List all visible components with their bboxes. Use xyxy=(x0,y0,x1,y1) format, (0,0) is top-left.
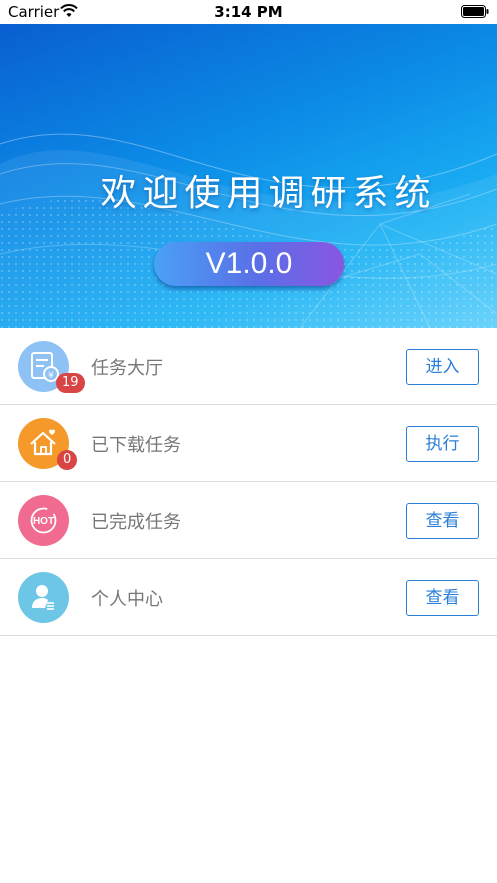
menu-item-task-hall: ¥ 19 任务大厅 进入 xyxy=(0,328,497,405)
personal-center-label: 个人中心 xyxy=(91,589,163,610)
menu-item-personal-center: 个人中心 查看 xyxy=(0,559,497,636)
enter-task-hall-button[interactable]: 进入 xyxy=(406,349,479,385)
user-icon xyxy=(18,572,69,623)
completed-tasks-label: 已完成任务 xyxy=(91,512,181,533)
downloaded-count-badge: 0 xyxy=(57,450,78,470)
banner-title: 欢迎使用调研系统 xyxy=(100,173,437,214)
welcome-banner: 欢迎使用调研系统 V1.0.0 xyxy=(0,24,497,328)
main-menu: ¥ 19 任务大厅 进入 0 已下载任务 执行 HOT 已完成任务 查看 个人中… xyxy=(0,328,497,636)
downloaded-tasks-label: 已下载任务 xyxy=(91,435,181,456)
status-bar: Carrier 3:14 PM xyxy=(0,0,497,24)
hot-icon: HOT xyxy=(18,495,69,546)
menu-item-downloaded-tasks: 0 已下载任务 执行 xyxy=(0,405,497,482)
status-time: 3:14 PM xyxy=(214,3,283,21)
battery-icon xyxy=(461,5,489,18)
task-hall-count-badge: 19 xyxy=(56,373,85,393)
view-completed-button[interactable]: 查看 xyxy=(406,503,479,539)
menu-item-completed-tasks: HOT 已完成任务 查看 xyxy=(0,482,497,559)
execute-button[interactable]: 执行 xyxy=(406,426,479,462)
svg-text:HOT: HOT xyxy=(33,516,54,527)
view-profile-button[interactable]: 查看 xyxy=(406,580,479,616)
svg-text:¥: ¥ xyxy=(48,371,54,381)
task-hall-label: 任务大厅 xyxy=(91,358,163,379)
version-badge: V1.0.0 xyxy=(154,242,344,286)
